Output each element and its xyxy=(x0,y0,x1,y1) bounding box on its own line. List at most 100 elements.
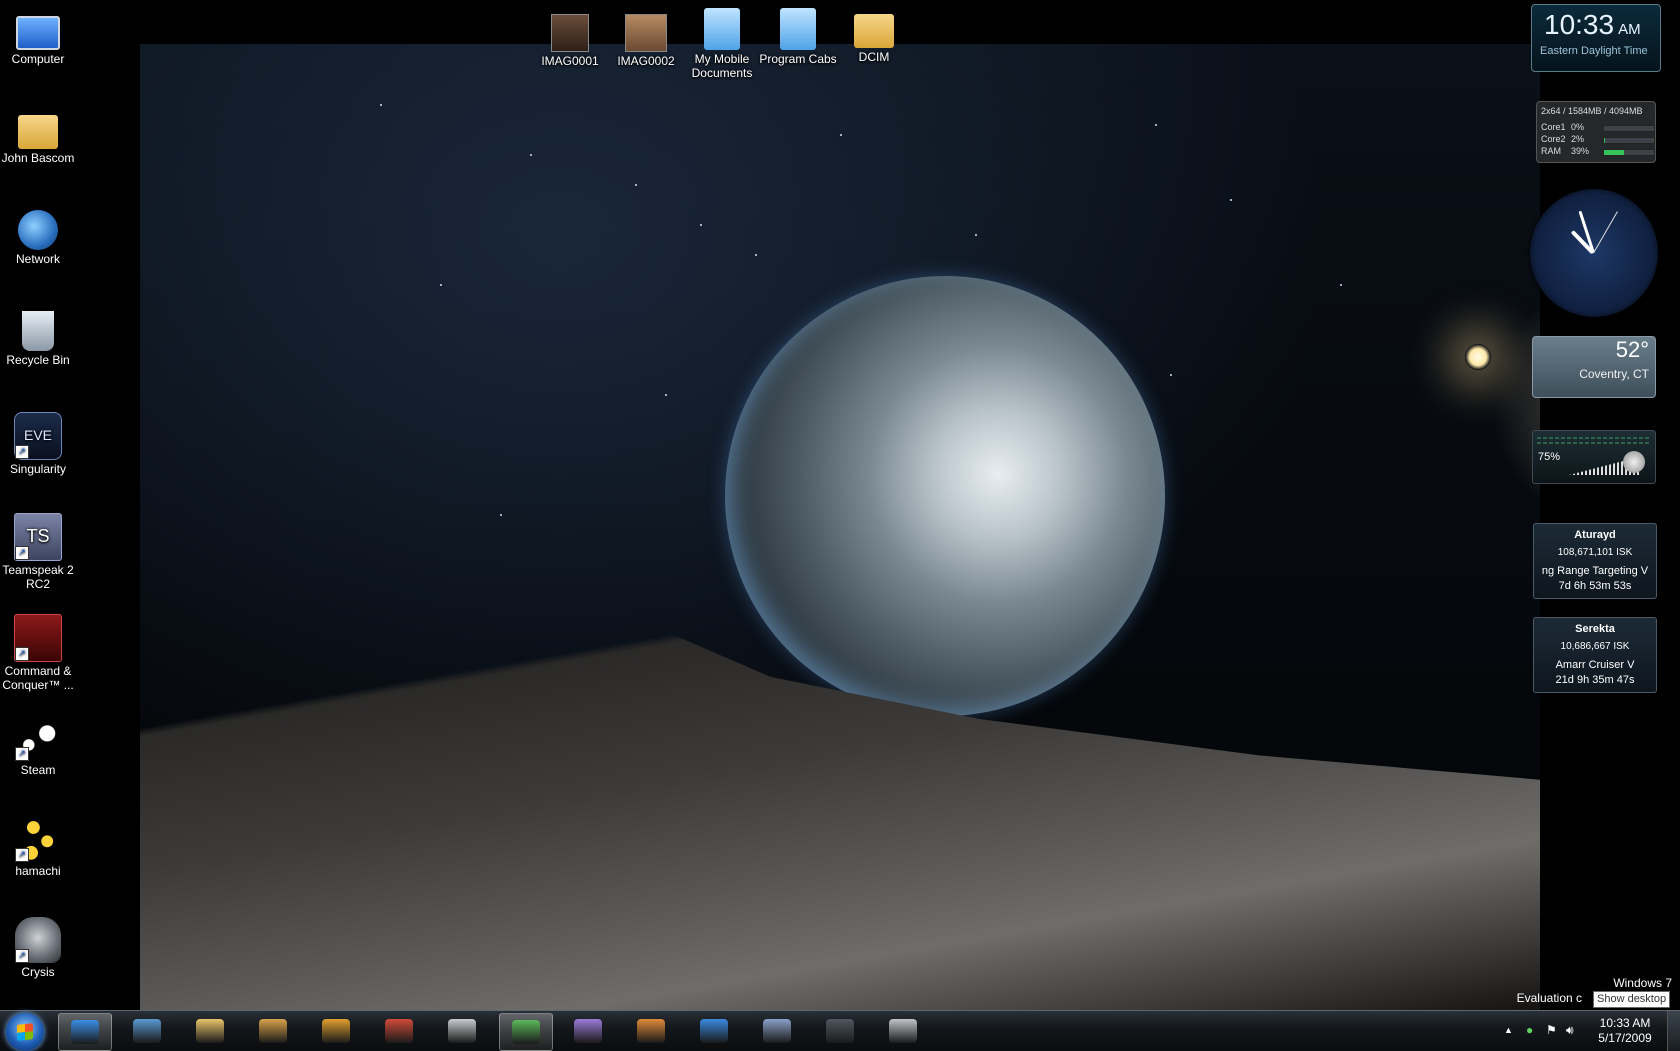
shortcut-arrow-icon: ↗ xyxy=(15,546,29,560)
volume-gadget[interactable]: 75% xyxy=(1532,430,1656,484)
desktop-icon-label: Steam xyxy=(20,763,56,777)
cpu-row-bar xyxy=(1603,137,1655,144)
cpu-row-bar xyxy=(1603,149,1655,156)
taskbar-button[interactable] xyxy=(814,1013,866,1049)
desktop-icon-label: Computer xyxy=(11,52,65,66)
cpu-row-name: Core1 xyxy=(1541,122,1566,132)
folder-icon xyxy=(704,8,740,50)
taskbar-button[interactable] xyxy=(310,1013,362,1049)
taskbar-button[interactable] xyxy=(436,1013,488,1049)
desktop-icon-command-conquer[interactable]: ↗ Command & Conquer™ ... xyxy=(0,614,78,692)
desktop-icon-label: Singularity xyxy=(9,462,67,476)
windows-logo-icon xyxy=(17,1023,33,1041)
start-button[interactable] xyxy=(6,1013,44,1051)
desktop-icon-dcim[interactable]: DCIM xyxy=(834,8,914,64)
shortcut-arrow-icon: ↗ xyxy=(15,848,29,862)
globe-icon xyxy=(700,1019,728,1043)
pidgin-icon xyxy=(574,1019,602,1043)
desktop-icon-computer[interactable]: Computer xyxy=(0,8,78,66)
teamspeak-icon: TS ↗ xyxy=(14,513,62,561)
analog-clock-gadget[interactable] xyxy=(1530,189,1658,317)
taskbar-button[interactable] xyxy=(121,1013,173,1049)
eve-character-timer: 21d 9h 35m 47s xyxy=(1555,674,1635,686)
digital-clock-gadget[interactable]: 10:33 AM Eastern Daylight Time xyxy=(1531,4,1661,72)
desktop-icon-label: IMAG0001 xyxy=(541,54,599,68)
cpu-row-value: 2% xyxy=(1571,134,1585,144)
folder-icon xyxy=(780,8,816,50)
shortcut-arrow-icon: ↗ xyxy=(15,647,29,661)
volume-led-row xyxy=(1537,437,1649,439)
desktop-icon-crysis[interactable]: ↗ Crysis xyxy=(0,917,78,979)
desktop-icon-label: My Mobile Documents xyxy=(691,52,753,80)
desktop-icon-label: Command & Conquer™ ... xyxy=(2,664,74,692)
clock-timezone: Eastern Daylight Time xyxy=(1540,45,1648,57)
desktop-icon-steam[interactable]: ↗ Steam xyxy=(0,715,78,777)
clock-second-hand xyxy=(1593,211,1618,254)
taskbar-button[interactable] xyxy=(184,1013,236,1049)
taskbar-button[interactable] xyxy=(562,1013,614,1049)
network-icon xyxy=(18,210,58,250)
volume-knob[interactable] xyxy=(1623,451,1645,473)
shortcut-arrow-icon: ↗ xyxy=(15,949,29,963)
cpu-row-core2: Core2 2% xyxy=(1541,134,1655,144)
action-center-icon[interactable]: ⚑ xyxy=(1546,1023,1560,1037)
desktop-icon-teamspeak-2-rc2[interactable]: TS ↗ Teamspeak 2 RC2 xyxy=(0,513,78,591)
volume-percent: 75% xyxy=(1538,451,1561,463)
desktop-icon-imag0002[interactable]: IMAG0002 xyxy=(606,8,686,68)
cpu-row-core1: Core1 0% xyxy=(1541,122,1655,132)
desktop-icon-program-cabs[interactable]: Program Cabs xyxy=(758,8,838,66)
taskbar-button[interactable] xyxy=(247,1013,299,1049)
show-hidden-icons-arrow-icon[interactable]: ▲ xyxy=(1504,1025,1513,1035)
taskbar-button[interactable] xyxy=(877,1013,929,1049)
earth-planet xyxy=(725,276,1165,716)
taskbar-button[interactable] xyxy=(373,1013,425,1049)
clock-ampm: AM xyxy=(1618,21,1641,38)
desktop-icon-imag0001[interactable]: IMAG0001 xyxy=(530,8,610,68)
network-status-icon[interactable]: ● xyxy=(1526,1023,1540,1037)
show-desktop-button[interactable] xyxy=(1667,1011,1680,1051)
clock-time: 10:33 xyxy=(1544,9,1615,40)
watermark-line2: Evaluation c xyxy=(1516,991,1582,1005)
desktop-icon-label: IMAG0002 xyxy=(617,54,675,68)
steam-icon: ↗ xyxy=(15,715,61,761)
crysis-icon: ↗ xyxy=(15,917,61,963)
desktop-icon-john-bascom[interactable]: John Bascom xyxy=(0,109,78,165)
cpu-meter-gadget[interactable]: 2x64 / 1584MB / 4094MB Core1 0% Core2 2% R… xyxy=(1536,101,1656,163)
desktop-icon-recycle-bin[interactable]: Recycle Bin xyxy=(0,311,78,367)
eve-character-isk: 10,686,667 ISK xyxy=(1560,641,1630,652)
weather-gadget[interactable]: 52° Coventry, CT xyxy=(1532,336,1656,398)
desktop-icon-singularity[interactable]: EVE ↗ Singularity xyxy=(0,412,78,476)
taskbar-button[interactable] xyxy=(499,1013,553,1051)
desktop-icon-label: Network xyxy=(15,252,60,266)
eve-character-isk: 108,671,101 ISK xyxy=(1557,547,1633,558)
tray-time: 10:33 AM xyxy=(1599,1016,1651,1030)
shortcut-arrow-icon: ↗ xyxy=(15,445,29,459)
cpu-row-value: 39% xyxy=(1571,146,1590,156)
photo-icon xyxy=(551,14,589,52)
eve-character-skill: ng Range Targeting V xyxy=(1541,565,1649,577)
cpu-row-ram: RAM 39% xyxy=(1541,146,1655,156)
cpu-row-value: 0% xyxy=(1571,122,1585,132)
system-tray: ▲ ● ⚑ 🔊︎ 10:33 AM 5/17/2009 xyxy=(1496,1011,1680,1051)
taskbar-button[interactable] xyxy=(688,1013,740,1049)
volume-led-row xyxy=(1537,442,1649,444)
cpu-row-name: RAM xyxy=(1541,146,1561,156)
taskbar-button[interactable] xyxy=(625,1013,677,1049)
eve-character-gadget[interactable]: Serekta 10,686,667 ISK Amarr Cruiser V 2… xyxy=(1533,617,1657,693)
cpu-meter-header: 2x64 / 1584MB / 4094MB xyxy=(1541,106,1643,116)
desktop-icon-label: DCIM xyxy=(858,50,890,64)
weather-city: Coventry, CT xyxy=(1579,367,1649,381)
desktop-icon-label: Crysis xyxy=(21,965,55,979)
desktop-icon-label: Teamspeak 2 RC2 xyxy=(2,563,74,591)
eve-character-gadget[interactable]: Aturayd 108,671,101 ISK ng Range Targeti… xyxy=(1533,523,1657,599)
speaker-icon[interactable]: 🔊︎ xyxy=(1566,1023,1580,1037)
taskbar: ▲ ● ⚑ 🔊︎ 10:33 AM 5/17/2009 xyxy=(0,1010,1680,1051)
taskbar-button[interactable] xyxy=(751,1013,803,1049)
desktop-wallpaper xyxy=(140,44,1540,1010)
tray-clock[interactable]: 10:33 AM 5/17/2009 xyxy=(1596,1016,1654,1046)
desktop-icon-network[interactable]: Network xyxy=(0,210,78,266)
desktop-icon-hamachi[interactable]: ↗ hamachi xyxy=(0,816,78,878)
taskbar-button[interactable] xyxy=(58,1013,112,1051)
folder-icon xyxy=(854,14,894,48)
desktop-icon-my-mobile-documents[interactable]: My Mobile Documents xyxy=(682,8,762,80)
